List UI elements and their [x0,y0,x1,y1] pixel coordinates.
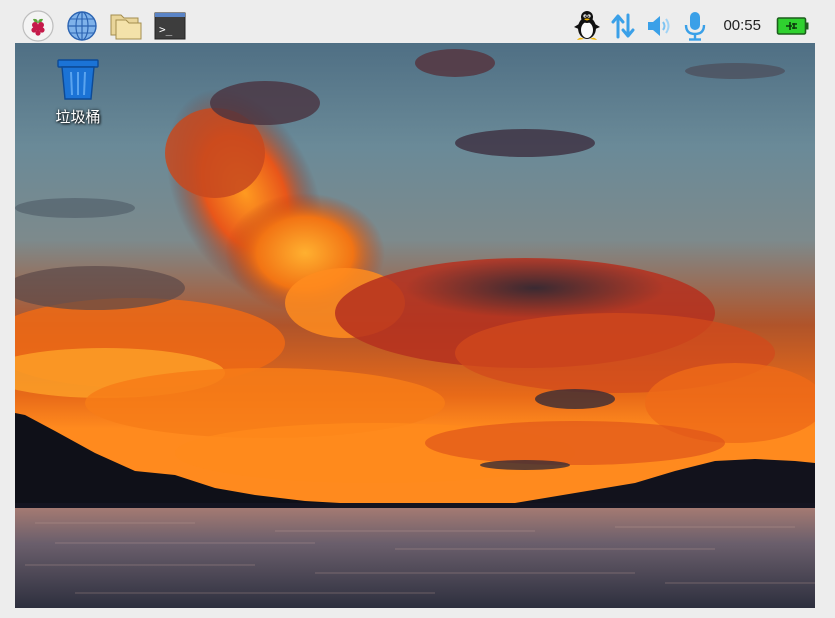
main-menu-button[interactable] [21,9,55,43]
desktop-trash-label: 垃圾桶 [55,108,101,126]
network-updown-arrows-icon [611,13,635,39]
screen: >_ 00:55 垃圾桶 [0,0,835,618]
linux-tux-icon [574,11,601,40]
trash-bin-icon [57,59,99,100]
battery-charging-icon [776,17,809,35]
desktop-trash-item[interactable]: 垃圾桶 [45,57,111,127]
terminal-button[interactable]: >_ [153,9,187,43]
web-browser-globe-icon [67,11,97,41]
file-manager-button[interactable] [109,9,143,43]
file-manager-folder-icon [110,14,142,40]
raspberry-pi-menu-icon [22,10,54,42]
launcher-group: >_ [21,9,187,43]
tux-tray-button[interactable] [569,9,605,43]
battery-tray-button[interactable] [775,9,811,43]
clock[interactable]: 00:55 [713,9,775,43]
terminal-icon: >_ [154,12,186,40]
web-browser-button[interactable] [65,9,99,43]
desktop[interactable]: 垃圾桶 [15,43,815,608]
sunset-lake-wallpaper [15,43,815,608]
taskbar: >_ 00:55 [15,9,815,43]
volume-tray-button[interactable] [641,9,677,43]
volume-speaker-icon [648,16,670,36]
network-tray-button[interactable] [605,9,641,43]
microphone-icon [685,12,706,41]
terminal-prompt-glyph: >_ [159,23,173,36]
system-tray: 00:55 [569,9,811,43]
microphone-tray-button[interactable] [677,9,713,43]
